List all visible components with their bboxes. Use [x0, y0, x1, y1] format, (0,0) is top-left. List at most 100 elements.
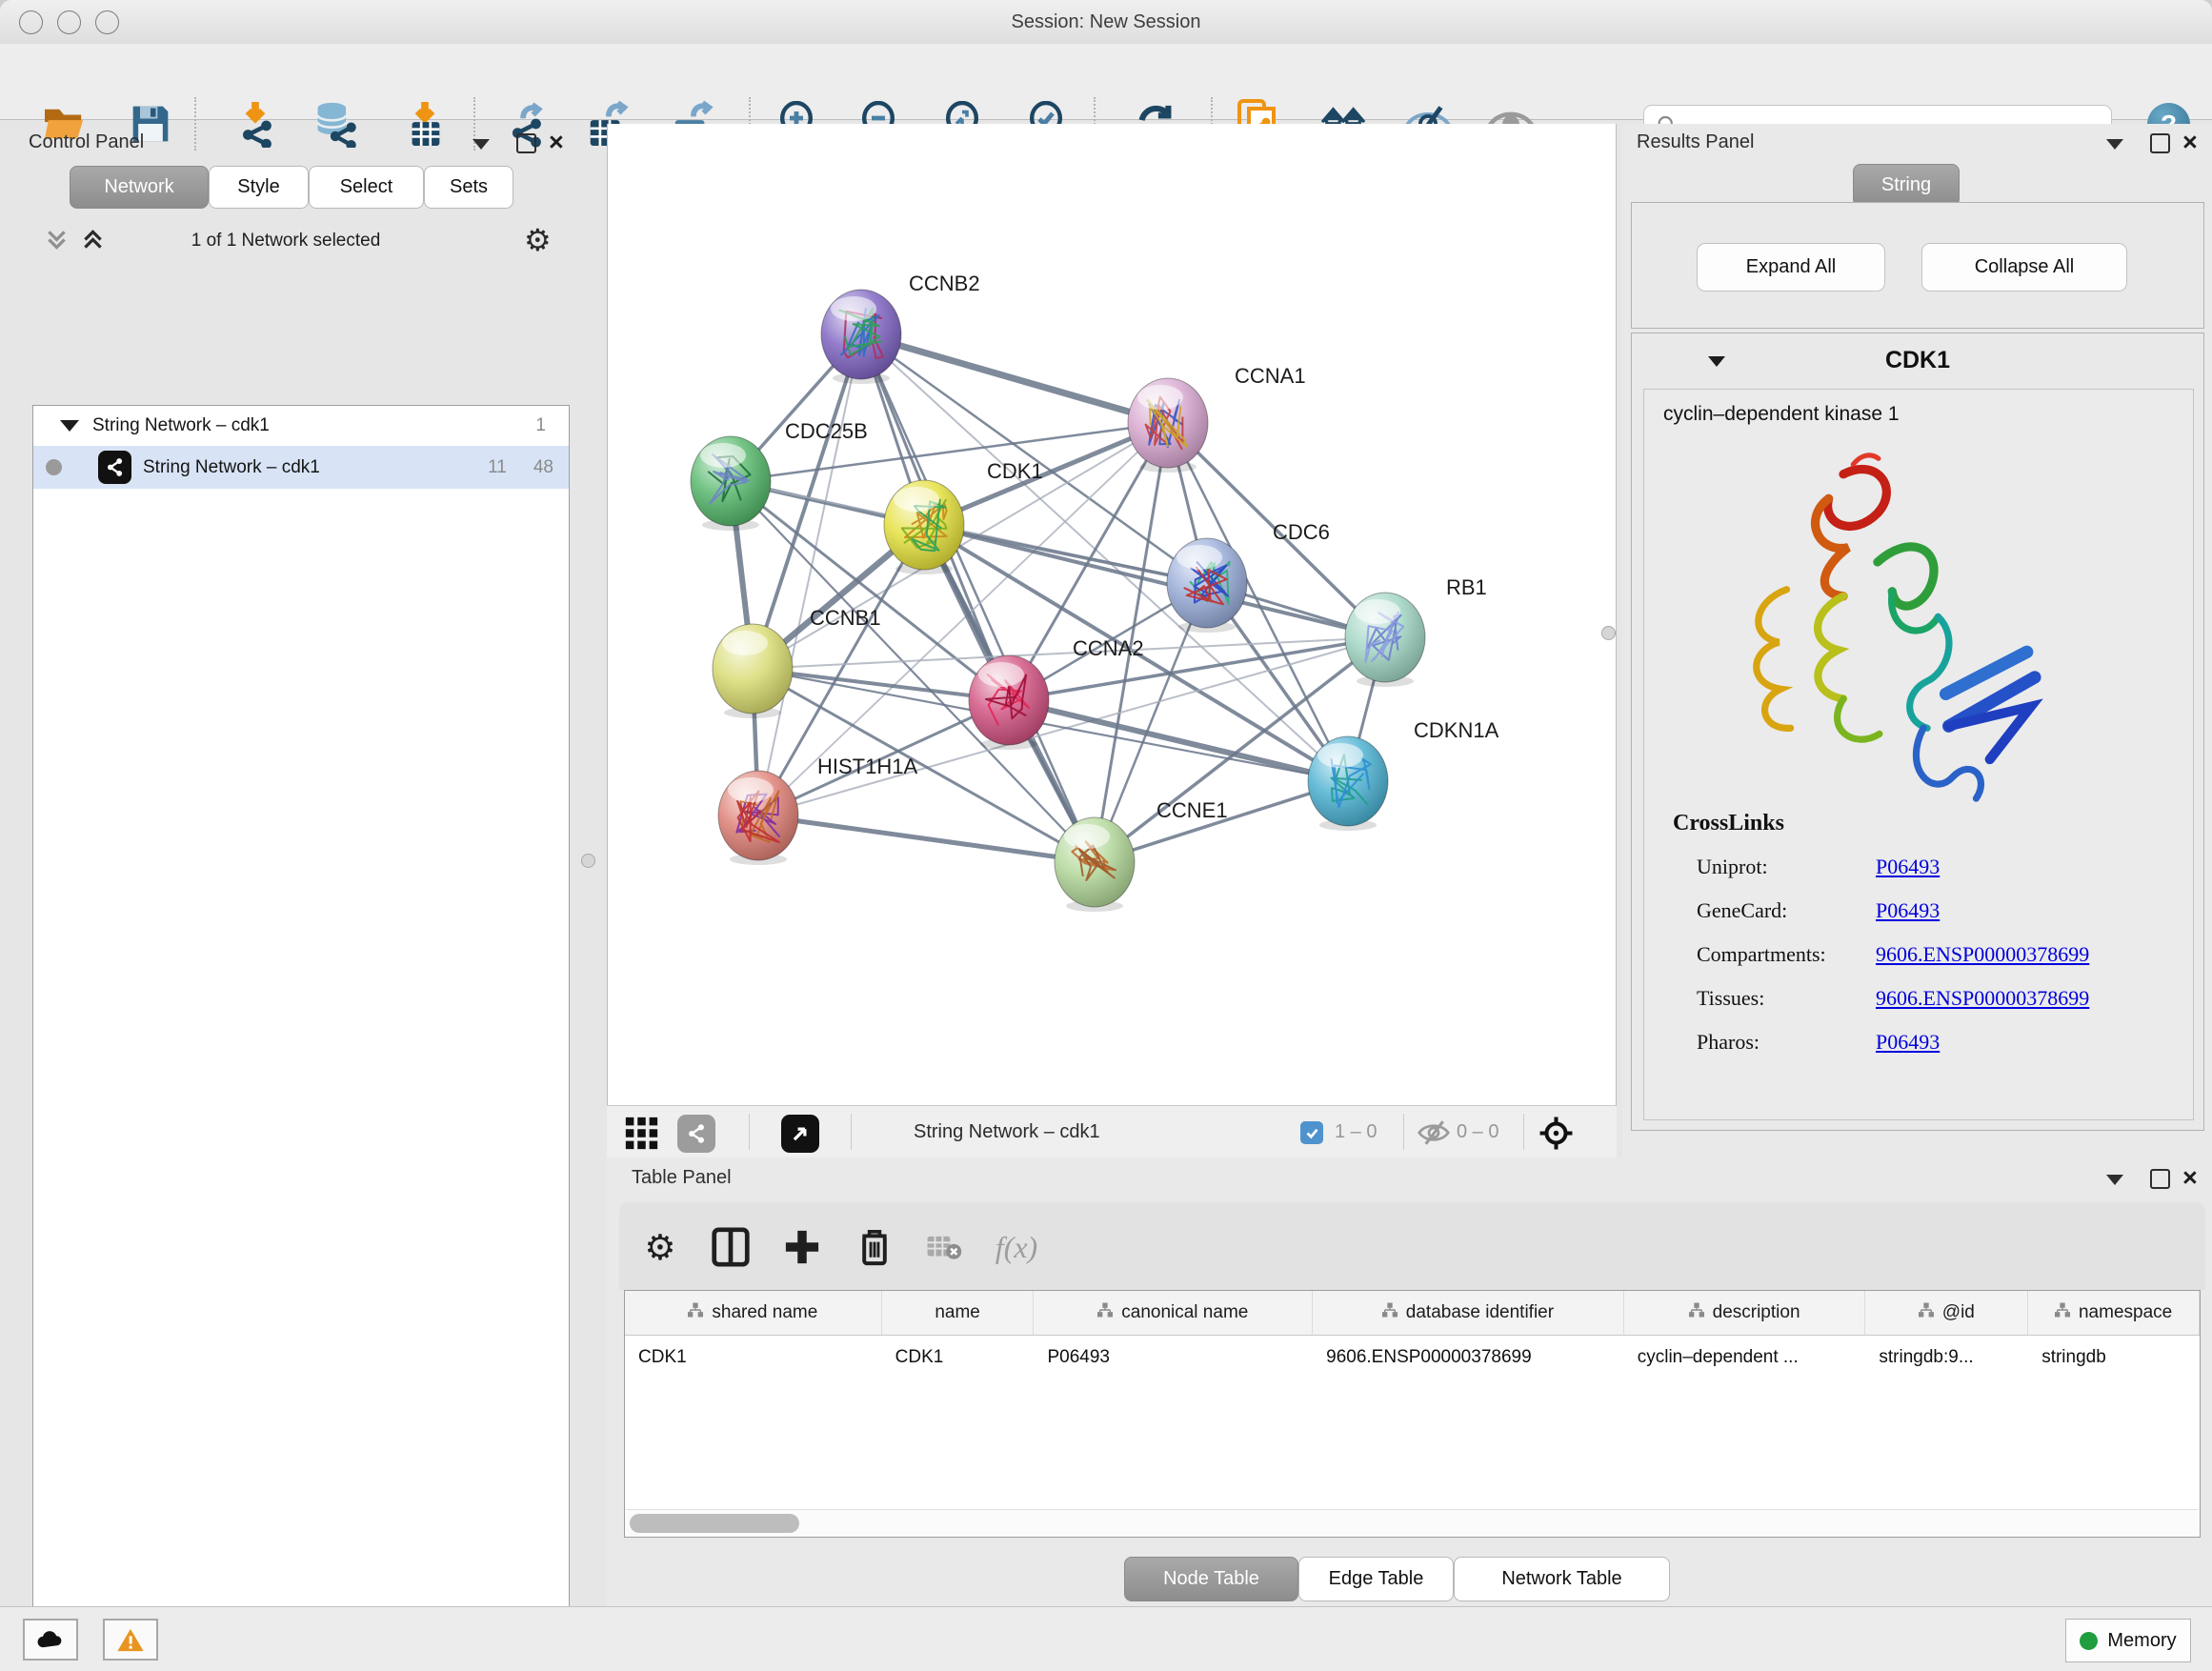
table-row[interactable]: CDK1CDK1P064939606.ENSP00000378699cyclin… [625, 1336, 2200, 1379]
control-panel-float-icon[interactable] [516, 133, 536, 153]
table-hscrollbar[interactable] [626, 1509, 2199, 1537]
selected-count: 1 – 0 [1335, 1106, 1377, 1158]
collapse-all-button[interactable]: Collapse All [1921, 243, 2127, 292]
delete-column-icon[interactable] [851, 1223, 898, 1271]
node-label-CCNA1: CCNA1 [1235, 364, 1306, 388]
network-options-gear-icon[interactable]: ⚙ [524, 222, 552, 258]
cell[interactable]: CDK1 [625, 1336, 882, 1379]
network-node-CCNB1[interactable] [713, 624, 793, 718]
column-header-name[interactable]: name [882, 1291, 1035, 1335]
network-collection-row[interactable]: String Network – cdk1 1 [33, 406, 569, 446]
cell[interactable]: stringdb [2028, 1336, 2200, 1379]
network-node-CDKN1A[interactable] [1308, 736, 1388, 831]
column-type-icon [1097, 1302, 1113, 1323]
column-header-description[interactable]: description [1624, 1291, 1866, 1335]
open-in-window-icon[interactable] [781, 1115, 819, 1153]
column-header-database-identifier[interactable]: database identifier [1313, 1291, 1624, 1335]
tab-edge-table[interactable]: Edge Table [1298, 1557, 1454, 1601]
node-table[interactable]: shared namename canonical name database id… [624, 1290, 2201, 1538]
birds-eye-grid-icon[interactable] [624, 1116, 659, 1156]
crosslink-label: Compartments: [1697, 942, 1876, 967]
app-window: Session: New Session [0, 0, 2212, 1671]
crosslink-label: Tissues: [1697, 986, 1876, 1011]
node-label-CDK1: CDK1 [987, 459, 1043, 483]
bar-separator [851, 1114, 852, 1150]
table-header-row: shared namename canonical name database id… [625, 1291, 2200, 1336]
network-canvas[interactable]: CCNB2CCNA1CDC25BCDK1CDC6RB1CCNB1CCNA2CDK… [607, 124, 1617, 1105]
cell[interactable]: P06493 [1034, 1336, 1313, 1379]
crosslink-link[interactable]: P06493 [1876, 855, 1940, 879]
cell[interactable]: cyclin–dependent ... [1624, 1336, 1866, 1379]
crosslink-row: GeneCard:P06493 [1697, 889, 2173, 933]
control-panel-menu-icon[interactable] [473, 139, 490, 150]
left-splitter-handle[interactable] [581, 854, 595, 868]
table-toolbar: ⚙ f(x) [619, 1202, 2205, 1290]
crosslink-link[interactable]: P06493 [1876, 898, 1940, 923]
network-view-title: String Network – cdk1 [914, 1106, 1100, 1158]
crosslink-row: Compartments:9606.ENSP00000378699 [1697, 933, 2173, 976]
tab-style[interactable]: Style [209, 166, 309, 209]
crosslink-link[interactable]: 9606.ENSP00000378699 [1876, 986, 2089, 1011]
network-node-CDC25B[interactable] [691, 436, 771, 531]
warning-status-icon[interactable] [103, 1619, 158, 1661]
fit-selection-crosshair-icon[interactable] [1538, 1116, 1574, 1156]
network-collection-label: String Network – cdk1 [92, 415, 270, 436]
tab-sets[interactable]: Sets [424, 166, 513, 209]
network-node-HIST1H1A[interactable] [718, 771, 798, 865]
column-header-canonical-name[interactable]: canonical name [1034, 1291, 1313, 1335]
network-node-CCNA1[interactable] [1128, 378, 1208, 473]
control-panel-close-icon[interactable]: × [549, 132, 564, 151]
crosslink-link[interactable]: P06493 [1876, 1030, 1940, 1055]
crosslink-link[interactable]: 9606.ENSP00000378699 [1876, 942, 2089, 967]
column-header-namespace[interactable]: namespace [2028, 1291, 2200, 1335]
memory-label: Memory [2107, 1630, 2176, 1652]
protein-structure-image [1697, 445, 2068, 836]
results-panel-float-icon[interactable] [2150, 133, 2170, 153]
column-label: canonical name [1121, 1302, 1248, 1323]
gene-description: cyclin–dependent kinase 1 [1663, 403, 1900, 426]
table-hscrollbar-thumb[interactable] [630, 1514, 799, 1533]
tab-select[interactable]: Select [309, 166, 424, 209]
create-column-icon[interactable] [778, 1223, 826, 1271]
tab-node-table[interactable]: Node Table [1124, 1557, 1298, 1601]
tab-network[interactable]: Network [70, 166, 209, 209]
network-row-label: String Network – cdk1 [143, 457, 320, 478]
cell[interactable]: CDK1 [882, 1336, 1035, 1379]
selected-checkbox-icon[interactable] [1300, 1121, 1323, 1144]
window-title: Session: New Session [0, 0, 2212, 44]
network-node-CDC6[interactable] [1167, 538, 1247, 633]
show-columns-icon[interactable] [707, 1223, 754, 1271]
results-panel-close-icon[interactable]: × [2182, 132, 2198, 151]
memory-button[interactable]: Memory [2065, 1619, 2191, 1662]
table-panel-menu-icon[interactable] [2106, 1175, 2123, 1185]
expand-all-button[interactable]: Expand All [1697, 243, 1885, 292]
network-row-selected[interactable]: String Network – cdk1 11 48 [33, 446, 569, 489]
string-badge-icon[interactable] [677, 1115, 715, 1153]
results-panel-title: Results Panel [1637, 131, 1754, 153]
table-panel-float-icon[interactable] [2150, 1169, 2170, 1189]
network-node-CCNE1[interactable] [1055, 817, 1135, 912]
column-label: database identifier [1406, 1302, 1554, 1323]
column-type-icon [1689, 1302, 1704, 1323]
node-label-CCNE1: CCNE1 [1156, 798, 1228, 822]
tab-string[interactable]: String [1853, 164, 1960, 207]
column-label: @id [1942, 1302, 1975, 1323]
network-node-CCNB2[interactable] [821, 290, 901, 384]
tab-network-table[interactable]: Network Table [1454, 1557, 1670, 1601]
cell[interactable]: stringdb:9... [1865, 1336, 2028, 1379]
cell[interactable]: 9606.ENSP00000378699 [1313, 1336, 1624, 1379]
cloud-status-icon[interactable] [23, 1619, 78, 1661]
column-header--id[interactable]: @id [1865, 1291, 2028, 1335]
network-graph[interactable]: CCNB2CCNA1CDC25BCDK1CDC6RB1CCNB1CCNA2CDK… [608, 124, 1616, 1103]
results-panel-menu-icon[interactable] [2106, 139, 2123, 150]
right-splitter-handle[interactable] [1601, 626, 1616, 640]
column-header-shared-name[interactable]: shared name [625, 1291, 882, 1335]
table-gear-icon[interactable]: ⚙ [636, 1223, 684, 1271]
node-label-CCNB1: CCNB1 [810, 606, 881, 630]
table-panel-close-icon[interactable]: × [2182, 1168, 2198, 1187]
hidden-eye-icon[interactable] [1417, 1119, 1451, 1151]
bar-separator [1523, 1114, 1524, 1150]
node-count: 11 [488, 457, 507, 478]
tree-expand-icon[interactable] [60, 420, 79, 432]
network-node-RB1[interactable] [1345, 593, 1425, 687]
